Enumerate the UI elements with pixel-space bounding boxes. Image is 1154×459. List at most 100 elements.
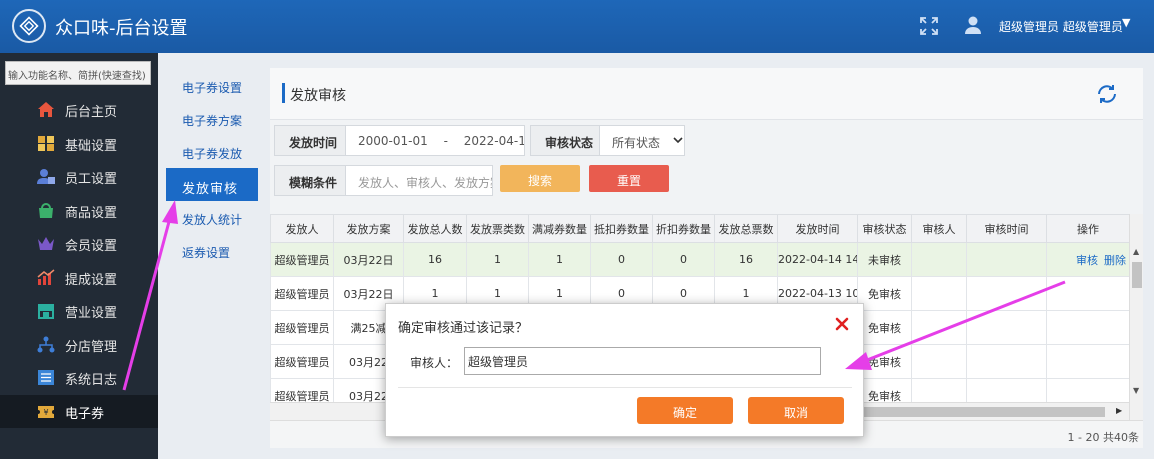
issue-time-label: 发放时间 — [274, 125, 346, 156]
audit-link[interactable]: 审核 — [1076, 254, 1098, 267]
table-header-row: 发放人 发放方案 发放总人数 发放票类数 满减券数量 抵扣券数量 折扣券数量 发… — [270, 214, 1129, 243]
sidebar-search-input[interactable]: 输入功能名称、简拼(快速查找) — [5, 61, 151, 85]
user-name[interactable]: 超级管理员 超级管理员 — [999, 18, 1123, 35]
subnav-item-coupon-plan[interactable]: 电子券方案 — [166, 102, 258, 135]
scroll-right-icon[interactable]: ▶ — [1116, 406, 1122, 415]
log-icon — [38, 370, 54, 385]
table-cell: 1 — [466, 242, 529, 277]
confirm-audit-dialog: 确定审核通过该记录？ 审核人： 确定 取消 — [385, 303, 864, 437]
branch-icon — [37, 336, 55, 353]
vertical-scrollbar[interactable]: ▲ ▼ — [1129, 214, 1143, 420]
sidebar-item-employee[interactable]: 员工设置 — [0, 160, 158, 193]
sidebar-item-branch[interactable]: 分店管理 — [0, 328, 158, 361]
column-header[interactable]: 抵扣券数量 — [590, 214, 653, 243]
column-header[interactable]: 操作 — [1046, 214, 1129, 243]
sidebar-item-label: 提成设置 — [65, 273, 118, 288]
subnav-item-issue-audit[interactable]: 发放审核 — [166, 168, 258, 201]
column-header[interactable]: 发放时间 — [777, 214, 858, 243]
sidebar-item-syslog[interactable]: 系统日志 — [0, 361, 158, 394]
column-header[interactable]: 发放总票数 — [714, 214, 778, 243]
confirm-button[interactable]: 确定 — [637, 397, 733, 424]
table-cell: 0 — [590, 242, 653, 277]
reset-button[interactable]: 重置 — [589, 165, 669, 192]
chevron-down-icon[interactable]: ▼ — [1122, 16, 1130, 29]
filter-area: 发放时间 2000-01-01 - 2022-04-14 审核状态 所有状态 模… — [270, 121, 1143, 211]
column-header[interactable]: 满减券数量 — [528, 214, 591, 243]
column-header[interactable]: 发放方案 — [333, 214, 404, 243]
scroll-thumb[interactable] — [1132, 262, 1142, 288]
scroll-down-icon[interactable]: ▼ — [1133, 386, 1139, 395]
column-header[interactable]: 发放总人数 — [403, 214, 467, 243]
sidebar: 输入功能名称、简拼(快速查找) 后台主页 基础设置 员工设置 商品设置 会员设置… — [0, 53, 158, 459]
column-header[interactable]: 发放票类数 — [466, 214, 529, 243]
sidebar-item-label: 商品设置 — [65, 206, 118, 221]
audit-status-value: 所有状态 — [612, 136, 661, 150]
scroll-up-icon[interactable]: ▲ — [1133, 247, 1139, 256]
table-cell — [911, 344, 967, 379]
sidebar-item-label: 分店管理 — [65, 340, 118, 355]
auditor-input[interactable] — [464, 347, 821, 375]
chart-icon — [37, 269, 55, 285]
column-header[interactable]: 发放人 — [270, 214, 334, 243]
sidebar-item-label: 员工设置 — [65, 172, 118, 187]
sidebar-item-home[interactable]: 后台主页 — [0, 93, 158, 126]
table-cell: 16 — [714, 242, 778, 277]
sidebar-item-business[interactable]: 营业设置 — [0, 294, 158, 327]
sidebar-item-label: 基础设置 — [65, 139, 118, 154]
table-cell — [911, 276, 967, 311]
refresh-icon[interactable] — [1095, 82, 1119, 106]
audit-status-label: 审核状态 — [530, 125, 600, 156]
sidebar-item-basic[interactable]: 基础设置 — [0, 127, 158, 160]
table-row[interactable]: 超级管理员 03月22日 16 1 1 0 0 16 2022-04-14 14… — [270, 242, 1129, 277]
fullscreen-icon[interactable] — [919, 16, 939, 36]
dialog-divider — [398, 387, 852, 388]
close-icon[interactable] — [834, 316, 850, 332]
sidebar-item-label: 后台主页 — [65, 105, 118, 120]
bag-icon — [39, 203, 53, 218]
table-cell: 0 — [652, 242, 715, 277]
subnav: 电子券设置 电子券方案 电子券发放 发放审核 发放人统计 返券设置 — [158, 53, 258, 459]
table-cell: 免审核 — [857, 378, 912, 402]
table-cell-actions: 审核 删除 — [1046, 242, 1129, 277]
logo-icon — [12, 9, 46, 43]
table-cell: 未审核 — [857, 242, 912, 277]
column-header[interactable]: 审核状态 — [857, 214, 912, 243]
fuzzy-search-input[interactable]: 发放人、审核人、发放方案 — [345, 165, 493, 196]
store-icon — [38, 304, 54, 319]
table-cell — [1046, 344, 1129, 379]
delete-link[interactable]: 删除 — [1104, 254, 1126, 267]
subnav-item-coupon-issue[interactable]: 电子券发放 — [166, 135, 258, 168]
user-icon[interactable] — [964, 15, 982, 35]
table-cell — [911, 310, 967, 345]
column-header[interactable]: 审核人 — [911, 214, 967, 243]
grid-icon — [38, 136, 54, 151]
sidebar-item-coupon[interactable]: ¥ 电子券 — [0, 395, 158, 428]
scroll-thumb[interactable] — [855, 407, 1105, 417]
pagination-summary: 1 - 20 共40条 — [1067, 431, 1139, 444]
fuzzy-condition-label: 模糊条件 — [274, 165, 346, 196]
sidebar-item-goods[interactable]: 商品设置 — [0, 194, 158, 227]
search-button[interactable]: 搜索 — [500, 165, 580, 192]
top-header: 众口味-后台设置 超级管理员 超级管理员 ▼ — [0, 0, 1154, 53]
table-cell: 1 — [528, 242, 591, 277]
column-header[interactable]: 折扣券数量 — [652, 214, 715, 243]
column-header[interactable]: 审核时间 — [966, 214, 1047, 243]
table-cell: 2022-04-14 14 — [777, 242, 858, 277]
sidebar-item-label: 营业设置 — [65, 306, 118, 321]
table-cell: 超级管理员 — [270, 344, 334, 379]
table-cell: 超级管理员 — [270, 276, 334, 311]
date-range-input[interactable]: 2000-01-01 - 2022-04-14 — [345, 125, 525, 156]
table-cell: 免审核 — [857, 310, 912, 345]
subnav-item-issuer-stats[interactable]: 发放人统计 — [166, 201, 258, 234]
table-cell — [966, 310, 1047, 345]
subnav-item-coupon-settings[interactable]: 电子券设置 — [166, 69, 258, 102]
panel-header: 发放审核 — [270, 68, 1143, 120]
table-cell — [911, 242, 967, 277]
subnav-item-return-coupon[interactable]: 返券设置 — [166, 234, 258, 267]
cancel-button[interactable]: 取消 — [748, 397, 844, 424]
sidebar-item-member[interactable]: 会员设置 — [0, 227, 158, 260]
audit-status-select[interactable]: 所有状态 — [599, 125, 685, 156]
svg-text:¥: ¥ — [43, 408, 48, 417]
date-from: 2000-01-01 — [358, 134, 428, 148]
sidebar-item-commission[interactable]: 提成设置 — [0, 261, 158, 294]
